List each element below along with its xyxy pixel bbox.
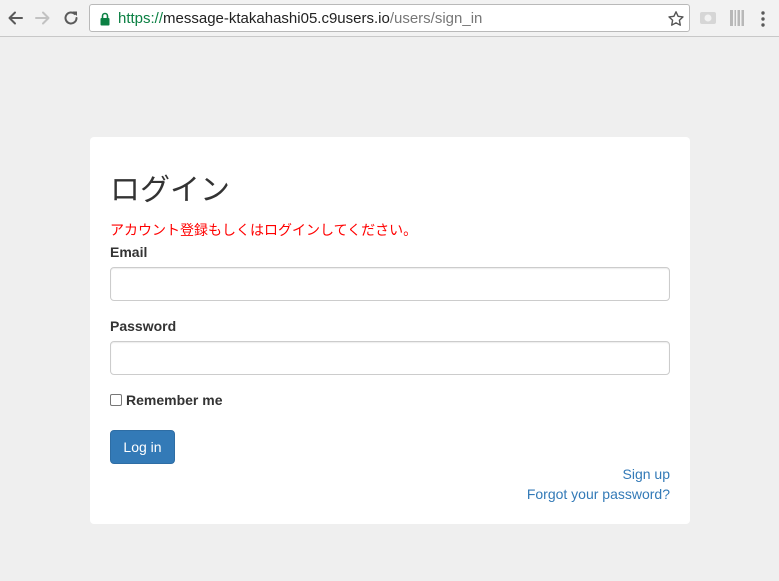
url-text: https://message-ktakahashi05.c9users.io/… xyxy=(118,11,482,27)
star-icon[interactable] xyxy=(667,10,685,28)
login-button[interactable]: Log in xyxy=(110,430,175,464)
back-button[interactable] xyxy=(4,7,26,29)
kebab-menu-icon[interactable] xyxy=(757,9,769,29)
arrow-left-icon xyxy=(8,11,23,25)
url-scheme: https:// xyxy=(118,10,164,27)
browser-toolbar: https://message-ktakahashi05.c9users.io/… xyxy=(0,0,779,37)
address-bar[interactable]: https://message-ktakahashi05.c9users.io/… xyxy=(89,4,690,32)
email-field[interactable] xyxy=(110,267,670,301)
remember-me-label[interactable]: Remember me xyxy=(126,391,223,409)
url-path: /users/sign_in xyxy=(389,10,483,27)
password-label: Password xyxy=(110,318,177,334)
extension-icon[interactable] xyxy=(699,9,717,27)
alert-message: アカウント登録もしくはログインしてください。 xyxy=(110,222,418,238)
forgot-password-link[interactable]: Forgot your password? xyxy=(527,485,670,503)
barcode-icon[interactable] xyxy=(729,9,745,27)
remember-me-checkbox[interactable] xyxy=(110,394,122,406)
email-label: Email xyxy=(110,244,148,260)
page-title: ログイン xyxy=(110,174,230,207)
login-panel: ログイン アカウント登録もしくはログインしてください。 Email Passwo… xyxy=(90,137,690,524)
reload-icon xyxy=(64,11,78,25)
url-host: message-ktakahashi05.c9users.io xyxy=(163,10,390,27)
lock-icon xyxy=(100,12,110,26)
remember-me[interactable]: Remember me xyxy=(110,391,223,409)
password-field[interactable] xyxy=(110,341,670,375)
forward-button[interactable] xyxy=(32,7,54,29)
sign-up-link[interactable]: Sign up xyxy=(623,465,670,483)
reload-button[interactable] xyxy=(60,7,82,29)
arrow-right-icon xyxy=(35,11,50,25)
